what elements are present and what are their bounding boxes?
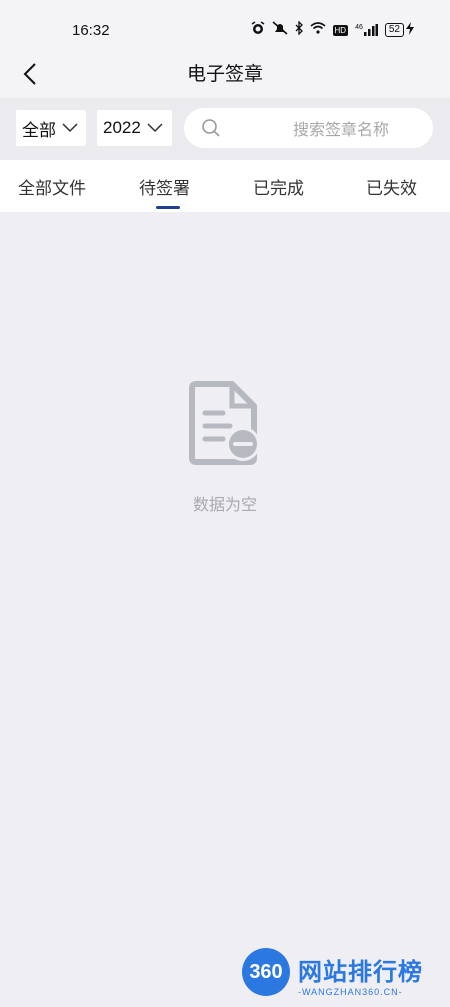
- filter-bar: 全部 2022: [0, 98, 450, 160]
- scope-select[interactable]: 全部: [16, 110, 86, 146]
- watermark: 360 网站排行榜 -WANGZHAN360.CN-: [242, 948, 450, 1004]
- tab-all-files[interactable]: 全部文件: [18, 174, 86, 199]
- empty-state-text: 数据为空: [192, 495, 257, 514]
- scope-select-value: 全部: [22, 120, 56, 141]
- status-icons: HD 46 52: [251, 20, 414, 39]
- search-icon: [201, 118, 221, 142]
- signal-label: 46: [355, 24, 363, 31]
- wifi-icon: [309, 22, 326, 38]
- status-bar: 16:32 HD 46 52: [0, 0, 450, 56]
- mute-icon: [271, 21, 288, 39]
- year-select[interactable]: 2022: [97, 110, 172, 146]
- chevron-down-icon: [147, 123, 163, 133]
- nav-bar: 电子签章: [0, 56, 450, 98]
- battery-icon: 52: [384, 21, 414, 39]
- battery-level: 52: [384, 23, 404, 37]
- search-box[interactable]: [184, 108, 433, 150]
- tab-pending-sign[interactable]: 待签署: [139, 174, 190, 199]
- watermark-title: 网站排行榜: [298, 958, 423, 986]
- signal-icon: 46: [355, 24, 378, 36]
- tab-bar: 全部文件 待签署 已完成 已失效: [0, 160, 450, 212]
- alarm-icon: [251, 21, 265, 39]
- bluetooth-icon: [295, 20, 303, 39]
- hd-icon: HD: [332, 24, 349, 36]
- page-title: 电子签章: [186, 63, 263, 85]
- search-input[interactable]: [254, 108, 428, 150]
- watermark-logo: 360: [242, 948, 290, 996]
- chevron-down-icon: [62, 123, 78, 133]
- status-time: 16:32: [72, 22, 110, 39]
- year-select-value: 2022: [103, 118, 141, 137]
- watermark-subtitle: -WANGZHAN360.CN-: [298, 987, 403, 997]
- tab-completed[interactable]: 已完成: [253, 174, 304, 199]
- tab-expired[interactable]: 已失效: [366, 174, 417, 199]
- active-tab-indicator: [156, 206, 180, 209]
- charging-icon: [406, 21, 414, 39]
- empty-document-icon: [188, 380, 264, 470]
